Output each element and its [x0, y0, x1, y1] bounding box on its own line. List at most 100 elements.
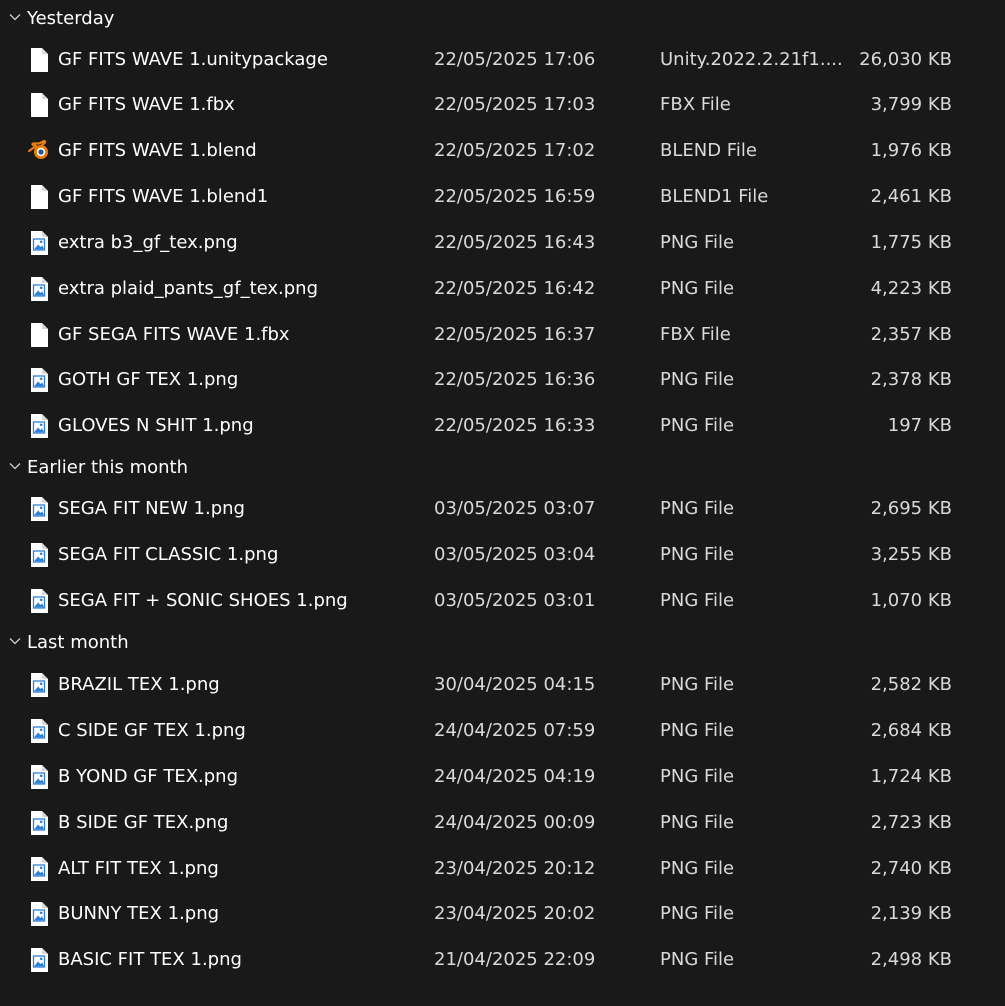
- file-type: BLEND1 File: [660, 186, 769, 207]
- file-name: GF FITS WAVE 1.blend: [58, 140, 257, 161]
- group-title: Yesterday: [27, 8, 115, 29]
- file-size: 2,461 KB: [870, 186, 952, 207]
- file-name: BUNNY TEX 1.png: [58, 903, 220, 924]
- image-file-icon: [31, 277, 48, 301]
- file-size: 197 KB: [887, 415, 952, 436]
- file-name: BASIC FIT TEX 1.png: [58, 949, 242, 970]
- file-row[interactable]: extra plaid_pants_gf_tex.png 22/05/2025 1…: [0, 268, 1005, 310]
- file-size: 3,255 KB: [870, 544, 952, 565]
- file-date-modified: 22/05/2025 16:43: [434, 232, 596, 253]
- file-row[interactable]: GF FITS WAVE 1.fbx 22/05/2025 17:03 FBX Fi…: [0, 84, 1005, 126]
- file-name: B SIDE GF TEX.png: [58, 812, 229, 833]
- file-date-modified: 22/05/2025 17:02: [434, 140, 596, 161]
- file-row[interactable]: extra b3_gf_tex.png 22/05/2025 16:43 PNG F…: [0, 222, 1005, 264]
- file-row[interactable]: B SIDE GF TEX.png 24/04/2025 00:09 PNG Fil…: [0, 802, 1005, 844]
- file-type: PNG File: [660, 720, 735, 741]
- file-type: PNG File: [660, 278, 735, 299]
- file-name: GF FITS WAVE 1.unitypackage: [58, 49, 328, 70]
- file-type: PNG File: [660, 544, 735, 565]
- file-list: Yesterday GF FITS WAVE 1.unitypackage 22/0…: [0, 0, 1005, 1006]
- image-file-icon: [31, 948, 48, 972]
- image-file-icon: [31, 543, 48, 567]
- file-date-modified: 22/05/2025 16:59: [434, 186, 596, 207]
- file-row[interactable]: C SIDE GF TEX 1.png 24/04/2025 07:59 PNG F…: [0, 710, 1005, 752]
- file-date-modified: 24/04/2025 00:09: [434, 812, 596, 833]
- image-file-icon: [31, 902, 48, 926]
- file-date-modified: 22/05/2025 17:06: [434, 49, 596, 70]
- file-size: 1,976 KB: [870, 140, 952, 161]
- image-file-icon: [31, 414, 48, 438]
- file-date-modified: 03/05/2025 03:01: [434, 590, 596, 611]
- file-row[interactable]: B YOND GF TEX.png 24/04/2025 04:19 PNG Fil…: [0, 756, 1005, 798]
- file-date-modified: 23/04/2025 20:12: [434, 858, 596, 879]
- file-type: FBX File: [660, 324, 731, 345]
- file-row[interactable]: ALT FIT TEX 1.png 23/04/2025 20:12 PNG Fil…: [0, 848, 1005, 890]
- blank-file-icon: [31, 185, 48, 209]
- file-type: PNG File: [660, 232, 735, 253]
- file-name: extra plaid_pants_gf_tex.png: [58, 278, 319, 299]
- file-type: BLEND File: [660, 140, 757, 161]
- file-date-modified: 24/04/2025 07:59: [434, 720, 596, 741]
- file-size: 2,723 KB: [870, 812, 952, 833]
- image-file-icon: [31, 673, 48, 697]
- file-type: PNG File: [660, 903, 735, 924]
- blank-file-icon: [31, 48, 48, 72]
- file-name: ALT FIT TEX 1.png: [58, 858, 219, 879]
- file-row[interactable]: SEGA FIT CLASSIC 1.png 03/05/2025 03:04 PN…: [0, 534, 1005, 576]
- file-date-modified: 22/05/2025 16:42: [434, 278, 596, 299]
- file-row[interactable]: GF FITS WAVE 1.blend1 22/05/2025 16:59 BLE…: [0, 176, 1005, 218]
- image-file-icon: [31, 765, 48, 789]
- file-row[interactable]: SEGA FIT + SONIC SHOES 1.png 03/05/2025 0…: [0, 580, 1005, 622]
- image-file-icon: [31, 719, 48, 743]
- file-date-modified: 23/04/2025 20:02: [434, 903, 596, 924]
- file-type: PNG File: [660, 949, 735, 970]
- file-row[interactable]: GF FITS WAVE 1.unitypackage 22/05/2025 17…: [0, 39, 1005, 81]
- file-date-modified: 22/05/2025 16:33: [434, 415, 596, 436]
- file-type: PNG File: [660, 858, 735, 879]
- file-row[interactable]: GF FITS WAVE 1.blend 22/05/2025 17:02 BLEN…: [0, 130, 1005, 172]
- file-size: 2,498 KB: [870, 949, 952, 970]
- group-header[interactable]: Last month: [0, 628, 300, 658]
- file-size: 1,724 KB: [870, 766, 952, 787]
- file-date-modified: 21/04/2025 22:09: [434, 949, 596, 970]
- blender-icon: [28, 139, 48, 159]
- file-type: Unity.2022.2.21f1....: [660, 49, 843, 70]
- file-row[interactable]: GLOVES N SHIT 1.png 22/05/2025 16:33 PNG F…: [0, 405, 1005, 447]
- file-size: 26,030 KB: [859, 49, 952, 70]
- file-row[interactable]: SEGA FIT NEW 1.png 03/05/2025 03:07 PNG Fi…: [0, 488, 1005, 530]
- file-row[interactable]: GF SEGA FITS WAVE 1.fbx 22/05/2025 16:37 F…: [0, 314, 1005, 356]
- file-type: PNG File: [660, 590, 735, 611]
- file-size: 1,775 KB: [870, 232, 952, 253]
- file-date-modified: 03/05/2025 03:04: [434, 544, 596, 565]
- file-row[interactable]: BASIC FIT TEX 1.png 21/04/2025 22:09 PNG F…: [0, 939, 1005, 981]
- group-header[interactable]: Earlier this month: [0, 453, 300, 483]
- group-title: Last month: [27, 632, 129, 653]
- image-file-icon: [31, 811, 48, 835]
- file-size: 2,695 KB: [870, 498, 952, 519]
- file-date-modified: 22/05/2025 16:37: [434, 324, 596, 345]
- file-size: 1,070 KB: [870, 590, 952, 611]
- file-size: 2,740 KB: [870, 858, 952, 879]
- blank-file-icon: [31, 323, 48, 347]
- file-date-modified: 22/05/2025 17:03: [434, 94, 596, 115]
- file-row[interactable]: BRAZIL TEX 1.png 30/04/2025 04:15 PNG File…: [0, 664, 1005, 706]
- file-row[interactable]: BUNNY TEX 1.png 23/04/2025 20:02 PNG File 2…: [0, 893, 1005, 935]
- file-name: GLOVES N SHIT 1.png: [58, 415, 254, 436]
- file-size: 2,357 KB: [870, 324, 952, 345]
- file-name: SEGA FIT + SONIC SHOES 1.png: [58, 590, 348, 611]
- chevron-down-icon[interactable]: [8, 10, 22, 24]
- chevron-down-icon[interactable]: [8, 634, 22, 648]
- file-type: PNG File: [660, 498, 735, 519]
- chevron-down-icon[interactable]: [8, 459, 22, 473]
- file-name: B YOND GF TEX.png: [58, 766, 238, 787]
- file-row[interactable]: GOTH GF TEX 1.png 22/05/2025 16:36 PNG Fil…: [0, 359, 1005, 401]
- image-file-icon: [31, 589, 48, 613]
- file-date-modified: 22/05/2025 16:36: [434, 369, 596, 390]
- file-date-modified: 24/04/2025 04:19: [434, 766, 596, 787]
- group-header[interactable]: Yesterday: [0, 4, 300, 34]
- image-file-icon: [31, 857, 48, 881]
- file-name: C SIDE GF TEX 1.png: [58, 720, 246, 741]
- file-name: GF SEGA FITS WAVE 1.fbx: [58, 324, 290, 345]
- file-type: PNG File: [660, 812, 735, 833]
- blank-file-icon: [31, 93, 48, 117]
